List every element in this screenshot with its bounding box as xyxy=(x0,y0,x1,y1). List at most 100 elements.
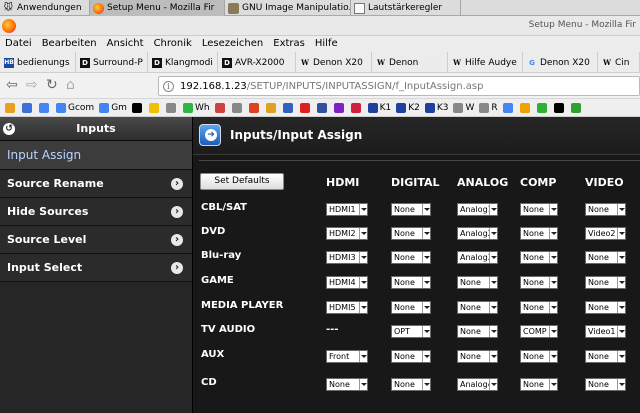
video-select[interactable]: None xyxy=(585,350,626,363)
dropdown-arrow-icon[interactable] xyxy=(617,302,625,313)
video-select[interactable]: None xyxy=(585,301,626,314)
quicklink-item[interactable] xyxy=(22,102,34,113)
taskbar-item-applications[interactable]: 🐭 Anwendungen xyxy=(0,0,90,16)
dropdown-arrow-icon[interactable] xyxy=(489,326,497,337)
dropdown-arrow-icon[interactable] xyxy=(549,277,557,288)
dropdown-arrow-icon[interactable] xyxy=(422,302,430,313)
digital-select[interactable]: None xyxy=(391,227,431,240)
dropdown-arrow-icon[interactable] xyxy=(549,228,557,239)
menu-lesezeichen[interactable]: Lesezeichen xyxy=(197,36,268,52)
dropdown-arrow-icon[interactable] xyxy=(617,277,625,288)
comp-select[interactable]: None xyxy=(520,203,558,216)
video-select[interactable]: None xyxy=(585,276,626,289)
bookmark-tab[interactable]: G Denon X20 xyxy=(523,52,598,72)
quicklink-item[interactable] xyxy=(248,102,261,113)
bookmark-tab[interactable]: D AVR-X2000 xyxy=(218,52,296,72)
analog-select[interactable]: None xyxy=(457,276,498,289)
hdmi-select[interactable]: HDMI5 xyxy=(326,301,368,314)
quicklink-item[interactable] xyxy=(214,102,227,113)
sidebar-item-hide-sources[interactable]: Hide Sources › xyxy=(0,198,192,226)
dropdown-arrow-icon[interactable] xyxy=(422,326,430,337)
comp-select[interactable]: None xyxy=(520,301,558,314)
dropdown-arrow-icon[interactable] xyxy=(549,252,557,263)
menu-hilfe[interactable]: Hilfe xyxy=(310,36,343,52)
taskbar-item-volume[interactable]: Lautstärkeregler xyxy=(351,0,461,16)
address-bar[interactable]: i 192.168.1.23/SETUP/INPUTS/INPUTASSIGN/… xyxy=(158,76,640,96)
comp-select[interactable]: None xyxy=(520,251,558,264)
dropdown-arrow-icon[interactable] xyxy=(489,351,497,362)
menu-bearbeiten[interactable]: Bearbeiten xyxy=(37,36,102,52)
dropdown-arrow-icon[interactable] xyxy=(422,351,430,362)
taskbar-item-gimp[interactable]: GNU Image Manipulatio... xyxy=(225,0,351,16)
quicklink-item[interactable] xyxy=(519,102,532,113)
forward-arrow-icon[interactable]: ⇨ xyxy=(26,78,38,93)
quicklink-item[interactable]: K3 xyxy=(424,102,448,113)
hdmi-select[interactable]: Front xyxy=(326,350,368,363)
analog-select[interactable]: Analog3 xyxy=(457,251,498,264)
quicklink-item[interactable] xyxy=(570,102,583,113)
quicklink-item[interactable] xyxy=(131,102,144,113)
digital-select[interactable]: None xyxy=(391,378,431,391)
hdmi-select[interactable]: HDMI1 xyxy=(326,203,368,216)
home-icon[interactable]: ⌂ xyxy=(66,78,75,93)
bookmark-tab[interactable]: D Klangmodi xyxy=(148,52,218,72)
dropdown-arrow-icon[interactable] xyxy=(549,379,557,390)
taskbar-item-firefox[interactable]: Setup Menu - Mozilla Fir xyxy=(90,0,225,16)
quicklink-item[interactable] xyxy=(536,102,549,113)
digital-select[interactable]: None xyxy=(391,203,431,216)
dropdown-arrow-icon[interactable] xyxy=(489,302,497,313)
bookmark-tab[interactable]: HB bedienungs xyxy=(0,52,76,72)
dropdown-arrow-icon[interactable] xyxy=(489,277,497,288)
analog-select[interactable]: Analog2 xyxy=(457,227,498,240)
video-select[interactable]: Video1 xyxy=(585,325,626,338)
bookmark-tab[interactable]: W Hilfe Audye xyxy=(448,52,523,72)
quicklink-item[interactable] xyxy=(265,102,278,113)
comp-select[interactable]: None xyxy=(520,276,558,289)
dropdown-arrow-icon[interactable] xyxy=(422,379,430,390)
video-select[interactable]: Video2 xyxy=(585,227,626,240)
dropdown-arrow-icon[interactable] xyxy=(489,379,497,390)
comp-select[interactable]: None xyxy=(520,378,558,391)
quicklink-item[interactable] xyxy=(282,102,295,113)
bookmark-tab[interactable]: D Surround-P xyxy=(76,52,148,72)
analog-select[interactable]: Analog1 xyxy=(457,203,498,216)
quicklink-item[interactable]: Wh xyxy=(182,102,210,113)
dropdown-arrow-icon[interactable] xyxy=(617,204,625,215)
digital-select[interactable]: None xyxy=(391,276,431,289)
quicklink-item[interactable]: K1 xyxy=(367,102,391,113)
dropdown-arrow-icon[interactable] xyxy=(549,204,557,215)
dropdown-arrow-icon[interactable] xyxy=(422,228,430,239)
quicklink-item[interactable] xyxy=(148,102,161,113)
dropdown-arrow-icon[interactable] xyxy=(549,326,557,337)
quicklink-item[interactable] xyxy=(316,102,329,113)
hdmi-select[interactable]: HDMI3 xyxy=(326,251,368,264)
analog-select[interactable]: Analog4 xyxy=(457,378,498,391)
quicklink-item[interactable]: W xyxy=(453,102,474,113)
set-defaults-button[interactable]: Set Defaults xyxy=(200,173,284,190)
comp-select[interactable]: COMP xyxy=(520,325,558,338)
dropdown-arrow-icon[interactable] xyxy=(617,252,625,263)
bookmark-tab[interactable]: W Cin xyxy=(598,52,640,72)
analog-select[interactable]: None xyxy=(457,301,498,314)
digital-select[interactable]: None xyxy=(391,350,431,363)
sidebar-item-source-rename[interactable]: Source Rename › xyxy=(0,170,192,198)
quicklink-item[interactable]: R xyxy=(479,102,498,113)
sidebar-item-input-assign[interactable]: Input Assign xyxy=(0,141,192,170)
dropdown-arrow-icon[interactable] xyxy=(359,277,367,288)
sidebar-item-input-select[interactable]: Input Select › xyxy=(0,254,192,282)
quicklink-item[interactable] xyxy=(165,102,178,113)
hdmi-select[interactable]: HDMI2 xyxy=(326,227,368,240)
dropdown-arrow-icon[interactable] xyxy=(422,204,430,215)
quicklink-item[interactable]: K2 xyxy=(396,102,420,113)
dropdown-arrow-icon[interactable] xyxy=(549,351,557,362)
digital-select[interactable]: OPT xyxy=(391,325,431,338)
dropdown-arrow-icon[interactable] xyxy=(359,302,367,313)
quicklink-item[interactable] xyxy=(231,102,244,113)
analog-select[interactable]: None xyxy=(457,325,498,338)
dropdown-arrow-icon[interactable] xyxy=(489,228,497,239)
video-select[interactable]: None xyxy=(585,203,626,216)
digital-select[interactable]: None xyxy=(391,251,431,264)
dropdown-arrow-icon[interactable] xyxy=(359,379,367,390)
dropdown-arrow-icon[interactable] xyxy=(422,277,430,288)
video-select[interactable]: None xyxy=(585,251,626,264)
